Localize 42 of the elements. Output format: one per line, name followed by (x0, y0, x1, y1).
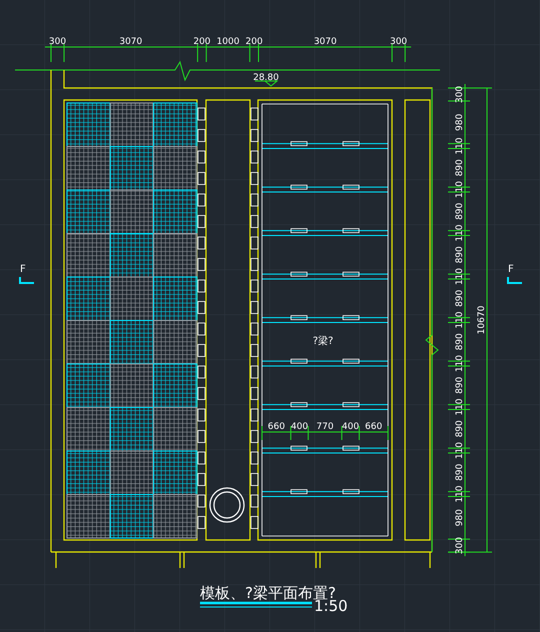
section-label: F (508, 264, 514, 275)
dimension-label: 890 (455, 376, 465, 394)
dimension-label: 300 (48, 37, 66, 47)
dimension-label: 110 (455, 398, 465, 416)
dimension-label: 110 (455, 354, 465, 372)
dimension-label: 10670 (477, 306, 487, 334)
dimension-label: 890 (455, 290, 465, 307)
dimension-label: 200 (193, 37, 211, 47)
dimension-label: 300 (390, 37, 408, 47)
dimension-label: 660 (365, 422, 382, 432)
dimension-label: 980 (455, 114, 465, 131)
dimension-label: 980 (455, 509, 465, 526)
dimension-label: 890 (455, 202, 465, 220)
section-marker-icon (507, 277, 522, 284)
dimension-label: 110 (455, 224, 465, 242)
dimension-label: 300 (455, 86, 465, 104)
dimension-label: 770 (316, 422, 334, 432)
dimension-label: 890 (455, 420, 465, 438)
dimension-label: 400 (342, 422, 360, 432)
dimension-label: 660 (268, 422, 285, 432)
room-label: ?梁? (312, 336, 334, 347)
manhole-drawing (209, 487, 245, 523)
dimension-label: 200 (246, 37, 263, 47)
dimension-label: 110 (455, 268, 465, 286)
dimension-label: 890 (455, 333, 465, 350)
dimension-label: 110 (455, 442, 465, 460)
dimension-label: 3070 (314, 37, 337, 47)
dimension-label: 110 (455, 180, 465, 198)
dimension-label: 110 (455, 137, 465, 155)
dimension-label: 400 (290, 422, 308, 432)
dimension-label: 1000 (216, 37, 240, 47)
dimension-label: 300 (455, 537, 465, 554)
section-label: F (20, 264, 26, 275)
dimension-label: 890 (455, 464, 465, 481)
section-marker-icon (19, 277, 34, 284)
dimension-label: 890 (455, 159, 465, 176)
dimension-label: 110 (455, 485, 465, 503)
dimension-label: 3070 (119, 37, 142, 47)
level-symbol-icon (254, 80, 278, 87)
dimension-label: 890 (455, 246, 465, 264)
dimension-label: 110 (455, 311, 465, 329)
level-label: 28.80 (253, 73, 279, 83)
